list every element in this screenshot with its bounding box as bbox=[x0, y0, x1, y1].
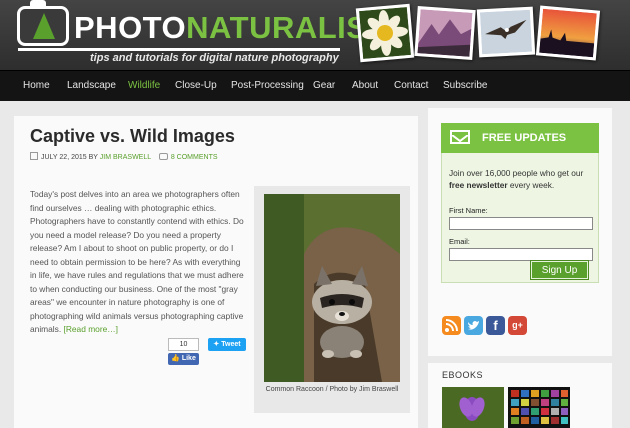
post-excerpt-text: Today's post delves into an area we phot… bbox=[30, 189, 244, 334]
nav-home[interactable]: Home bbox=[23, 80, 50, 91]
site-tagline: tips and tutorials for digital nature ph… bbox=[90, 52, 339, 64]
first-name-label: First Name: bbox=[449, 206, 488, 215]
envelope-icon bbox=[450, 130, 470, 144]
newsletter-title: FREE UPDATES bbox=[482, 132, 567, 144]
nav-wildlife[interactable]: Wildlife bbox=[128, 80, 160, 91]
newsletter-form: Join over 16,000 people who get our free… bbox=[441, 153, 599, 283]
post-date: JULY 22, 2015 bbox=[41, 154, 87, 161]
twitter-icon[interactable] bbox=[464, 316, 483, 335]
site-header: PHOTONATURALIST tips and tutorials for d… bbox=[0, 0, 630, 70]
sidebar: FREE UPDATES Join over 16,000 people who… bbox=[428, 108, 612, 428]
post-title[interactable]: Captive vs. Wild Images bbox=[30, 126, 235, 147]
post-excerpt: Today's post delves into an area we phot… bbox=[30, 188, 246, 337]
post-by: BY bbox=[88, 154, 98, 161]
tweet-button[interactable]: ✦ Tweet bbox=[208, 338, 246, 351]
newsletter-header: FREE UPDATES bbox=[441, 123, 599, 153]
eagle-image bbox=[479, 9, 533, 55]
camera-logo-icon[interactable] bbox=[17, 0, 69, 46]
logo-photo: PHOTO bbox=[74, 10, 187, 45]
mountains-image bbox=[417, 9, 473, 57]
photo-caption: Common Raccoon / Photo by Jim Braswell bbox=[265, 386, 399, 393]
nav-close-up[interactable]: Close-Up bbox=[175, 80, 217, 91]
main-nav: Home Landscape Wildlife Close-Up Post-Pr… bbox=[0, 70, 630, 101]
calendar-icon bbox=[30, 152, 38, 160]
nav-gear[interactable]: Gear bbox=[313, 80, 335, 91]
sunset-image bbox=[539, 8, 597, 58]
twitter-bird-icon: ✦ bbox=[213, 341, 220, 348]
flower-image bbox=[358, 6, 412, 60]
newsletter-text-bold: free newsletter bbox=[449, 180, 508, 190]
post-author-link[interactable]: JIM BRASWELL bbox=[100, 154, 151, 161]
newsletter-description: Join over 16,000 people who get our free… bbox=[449, 167, 595, 191]
logo-underline bbox=[18, 48, 340, 51]
facebook-icon[interactable]: f bbox=[486, 316, 505, 335]
facebook-like-label: Like bbox=[181, 355, 196, 362]
sign-up-button[interactable]: Sign Up bbox=[531, 261, 588, 279]
thumbs-up-icon: 👍 bbox=[171, 355, 180, 362]
email-label: Email: bbox=[449, 237, 470, 246]
header-photo-sunset bbox=[535, 5, 601, 61]
first-name-input[interactable] bbox=[449, 217, 593, 230]
raccoon-photo[interactable] bbox=[264, 194, 400, 382]
tweet-label: Tweet bbox=[221, 341, 241, 348]
header-photo-flower bbox=[355, 3, 415, 63]
header-photo-eagle bbox=[476, 6, 536, 58]
facebook-like-count: 10 bbox=[168, 338, 199, 351]
tree-icon bbox=[33, 13, 55, 39]
post-meta: JULY 22, 2015 BY JIM BRASWELL 8 COMMENTS bbox=[30, 152, 218, 161]
post-photo-frame: Common Raccoon / Photo by Jim Braswell bbox=[254, 186, 410, 413]
comment-icon bbox=[158, 153, 168, 160]
newsletter-text-before: Join over 16,000 people who get our bbox=[449, 168, 584, 178]
header-photo-mountains bbox=[414, 6, 476, 60]
raccoon-image bbox=[264, 194, 400, 382]
facebook-like-button[interactable]: 👍 Like bbox=[168, 353, 199, 365]
ebook-cover-flower[interactable] bbox=[442, 387, 504, 428]
nav-contact[interactable]: Contact bbox=[394, 80, 428, 91]
nav-subscribe[interactable]: Subscribe bbox=[443, 80, 487, 91]
ebooks-widget: EBOOKS bbox=[428, 363, 612, 428]
read-more-link[interactable]: [Read more…] bbox=[64, 324, 118, 334]
nav-post-processing[interactable]: Post-Processing bbox=[231, 80, 304, 91]
rss-icon[interactable] bbox=[442, 316, 461, 335]
ebooks-title: EBOOKS bbox=[442, 370, 484, 380]
ebook-cover-grid[interactable] bbox=[508, 387, 570, 428]
site-logo[interactable]: PHOTONATURALIST bbox=[74, 10, 387, 46]
post-card: Captive vs. Wild Images JULY 22, 2015 BY… bbox=[14, 116, 418, 428]
google-plus-icon[interactable]: g+ bbox=[508, 316, 527, 335]
nav-landscape[interactable]: Landscape bbox=[67, 80, 116, 91]
email-input[interactable] bbox=[449, 248, 593, 261]
newsletter-widget: FREE UPDATES Join over 16,000 people who… bbox=[428, 108, 612, 356]
post-comments-link[interactable]: 8 COMMENTS bbox=[171, 154, 218, 161]
newsletter-text-after: every week. bbox=[507, 180, 555, 190]
nav-about[interactable]: About bbox=[352, 80, 378, 91]
